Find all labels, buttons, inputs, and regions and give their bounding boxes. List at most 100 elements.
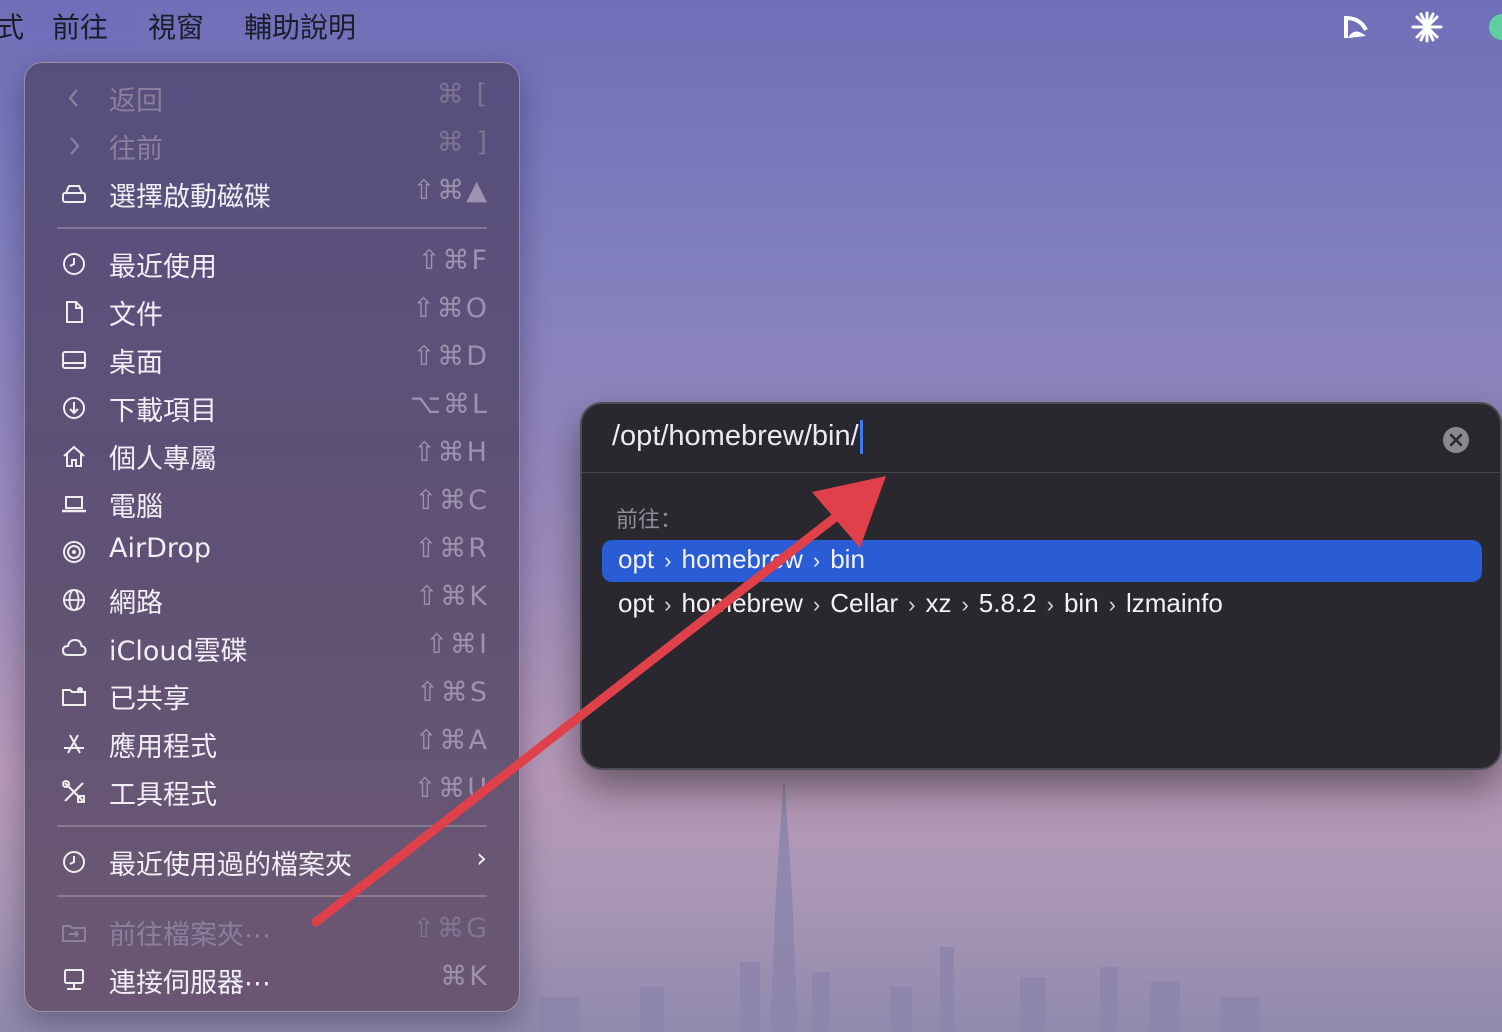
menubar-item-go[interactable]: 前往 — [24, 8, 137, 48]
menu-separator — [57, 825, 487, 827]
dialog-divider — [582, 472, 1500, 473]
menu-item-downloads[interactable]: 下載項目 ⌥⌘L — [25, 385, 519, 429]
chevron-right-icon: › — [812, 548, 821, 573]
apps-icon — [64, 734, 84, 754]
laptop-icon — [62, 496, 86, 513]
menu-item-connect-server[interactable]: 連接伺服器⋯ ⌘K — [25, 957, 519, 1001]
download-icon — [63, 397, 85, 419]
menu-item-shared[interactable]: 已共享 ⇧⌘S — [25, 673, 519, 717]
path-text: /opt/homebrew/bin/ — [612, 420, 859, 452]
shortcut: ⇧⌘G — [412, 913, 489, 944]
disk-icon — [62, 185, 86, 203]
menu-item-label: 往前 — [109, 134, 163, 165]
path-part: bin — [1063, 588, 1099, 618]
go-to-folder-dialog: /opt/homebrew/bin/ 前往： opt › homebrew › bin … — [580, 402, 1502, 770]
menubar-item-cut[interactable]: 式 — [0, 8, 24, 48]
shortcut: ⇧⌘O — [412, 293, 489, 324]
menu-item-label: 最近使用 — [109, 252, 217, 283]
menu-item-go-to-folder: 前往檔案夾⋯ ⇧⌘G — [25, 909, 519, 953]
shortcut: ⇧⌘A — [414, 725, 489, 756]
menu-separator — [57, 227, 487, 229]
airdrop-icon — [63, 541, 85, 563]
text-caret — [859, 420, 863, 455]
menu-item-label: 選擇啟動磁碟 — [109, 182, 271, 213]
path-part: homebrew — [681, 588, 803, 618]
suggestion-row[interactable]: opt › homebrew › Cellar › xz › 5.8.2 › bin › lzmainf… — [602, 584, 1482, 626]
menubar-item-help[interactable]: 輔助說明 — [244, 8, 356, 48]
shortcut: ⇧⌘C — [414, 485, 489, 516]
menu-item-documents[interactable]: 文件 ⇧⌘O — [25, 289, 519, 333]
shortcut: ⇧⌘F — [417, 245, 489, 276]
go-folder-icon — [62, 925, 86, 942]
status-icon[interactable] — [1486, 10, 1502, 44]
shortcut: ⌘K — [440, 961, 489, 992]
menu-item-back: 返回 ⌘ [ — [25, 75, 519, 119]
chevron-right-icon: › — [1108, 592, 1116, 617]
menu-item-label: 桌面 — [109, 348, 163, 379]
menu-bar: 式 前往 視窗 輔助說明 — [0, 0, 1502, 56]
menu-item-label: AirDrop — [109, 533, 212, 564]
menu-item-label: 文件 — [109, 300, 163, 331]
sparkle-icon[interactable] — [1410, 10, 1444, 44]
suggestion-path: opt › homebrew › bin — [618, 544, 865, 575]
path-input[interactable]: /opt/homebrew/bin/ — [612, 420, 863, 455]
submenu-chevron-icon: › — [476, 843, 489, 874]
menu-item-label: 個人專屬 — [109, 444, 217, 475]
menu-item-label: 連接伺服器⋯ — [109, 968, 271, 999]
path-part: bin — [830, 544, 865, 574]
shortcut: ⇧⌘▲ — [412, 175, 489, 206]
path-part: 5.8.2 — [978, 588, 1037, 618]
menu-item-label: 已共享 — [109, 684, 190, 715]
menu-item-label: 電腦 — [109, 492, 163, 523]
chevron-right-icon: › — [908, 592, 916, 617]
chevron-right-icon: › — [1046, 592, 1054, 617]
chevron-right-icon: › — [664, 548, 672, 573]
shortcut: ⇧⌘S — [416, 677, 489, 708]
menubar-item-window[interactable]: 視窗 — [148, 8, 204, 48]
path-part: opt — [618, 588, 655, 618]
menu-separator — [57, 895, 487, 897]
path-part: homebrew — [681, 544, 803, 574]
menu-item-label: 工具程式 — [109, 780, 217, 811]
globe-icon — [63, 589, 85, 611]
menu-item-label: 最近使用過的檔案夾 — [109, 850, 352, 881]
menu-item-recent-folders[interactable]: 最近使用過的檔案夾 › — [25, 839, 519, 883]
menu-item-recents[interactable]: 最近使用 ⇧⌘F — [25, 241, 519, 285]
menu-item-desktop[interactable]: 桌面 ⇧⌘D — [25, 337, 519, 381]
menu-item-home[interactable]: 個人專屬 ⇧⌘H — [25, 433, 519, 477]
clock-icon — [63, 253, 85, 275]
menu-item-applications[interactable]: 應用程式 ⇧⌘A — [25, 721, 519, 765]
shortcut: ⇧⌘I — [425, 629, 489, 660]
menu-item-network[interactable]: 網路 ⇧⌘K — [25, 577, 519, 621]
clear-icon[interactable] — [1442, 426, 1470, 454]
menu-item-label: 前往檔案夾⋯ — [109, 920, 271, 951]
chevron-left-icon — [68, 89, 78, 107]
shortcut: ⇧⌘H — [413, 437, 489, 468]
path-part: opt — [618, 544, 655, 574]
chevron-right-icon: › — [812, 592, 821, 617]
shared-folder-icon — [62, 687, 86, 706]
suggestion-row[interactable]: opt › homebrew › bin — [602, 540, 1482, 582]
cloud-icon — [61, 638, 87, 656]
menu-item-airdrop[interactable]: AirDrop ⇧⌘R — [25, 529, 519, 573]
section-label: 前往： — [616, 508, 683, 533]
chevron-right-icon: › — [961, 592, 969, 617]
tools-icon — [62, 780, 85, 803]
menu-item-icloud[interactable]: iCloud雲碟 ⇧⌘I — [25, 625, 519, 669]
shortcut: ⇧⌘R — [414, 533, 489, 564]
cast-icon[interactable] — [1340, 10, 1374, 44]
clock-icon — [63, 851, 85, 873]
menu-item-utilities[interactable]: 工具程式 ⇧⌘U — [25, 769, 519, 813]
suggestion-path: opt › homebrew › Cellar › xz › 5.8.2 › bin › lzmainf… — [618, 588, 1223, 619]
shortcut: ⇧⌘K — [415, 581, 489, 612]
shortcut: ⌥⌘L — [409, 389, 489, 420]
home-icon — [63, 445, 85, 467]
menu-item-startup-disk[interactable]: 選擇啟動磁碟 ⇧⌘▲ — [25, 171, 519, 215]
shortcut: ⇧⌘U — [413, 773, 489, 804]
menu-item-label: iCloud雲碟 — [109, 636, 248, 667]
shortcut: ⇧⌘D — [412, 341, 489, 372]
shortcut: ⌘ ] — [436, 127, 489, 158]
menu-item-computer[interactable]: 電腦 ⇧⌘C — [25, 481, 519, 525]
document-icon — [66, 301, 83, 323]
menu-item-label: 下載項目 — [109, 396, 217, 427]
